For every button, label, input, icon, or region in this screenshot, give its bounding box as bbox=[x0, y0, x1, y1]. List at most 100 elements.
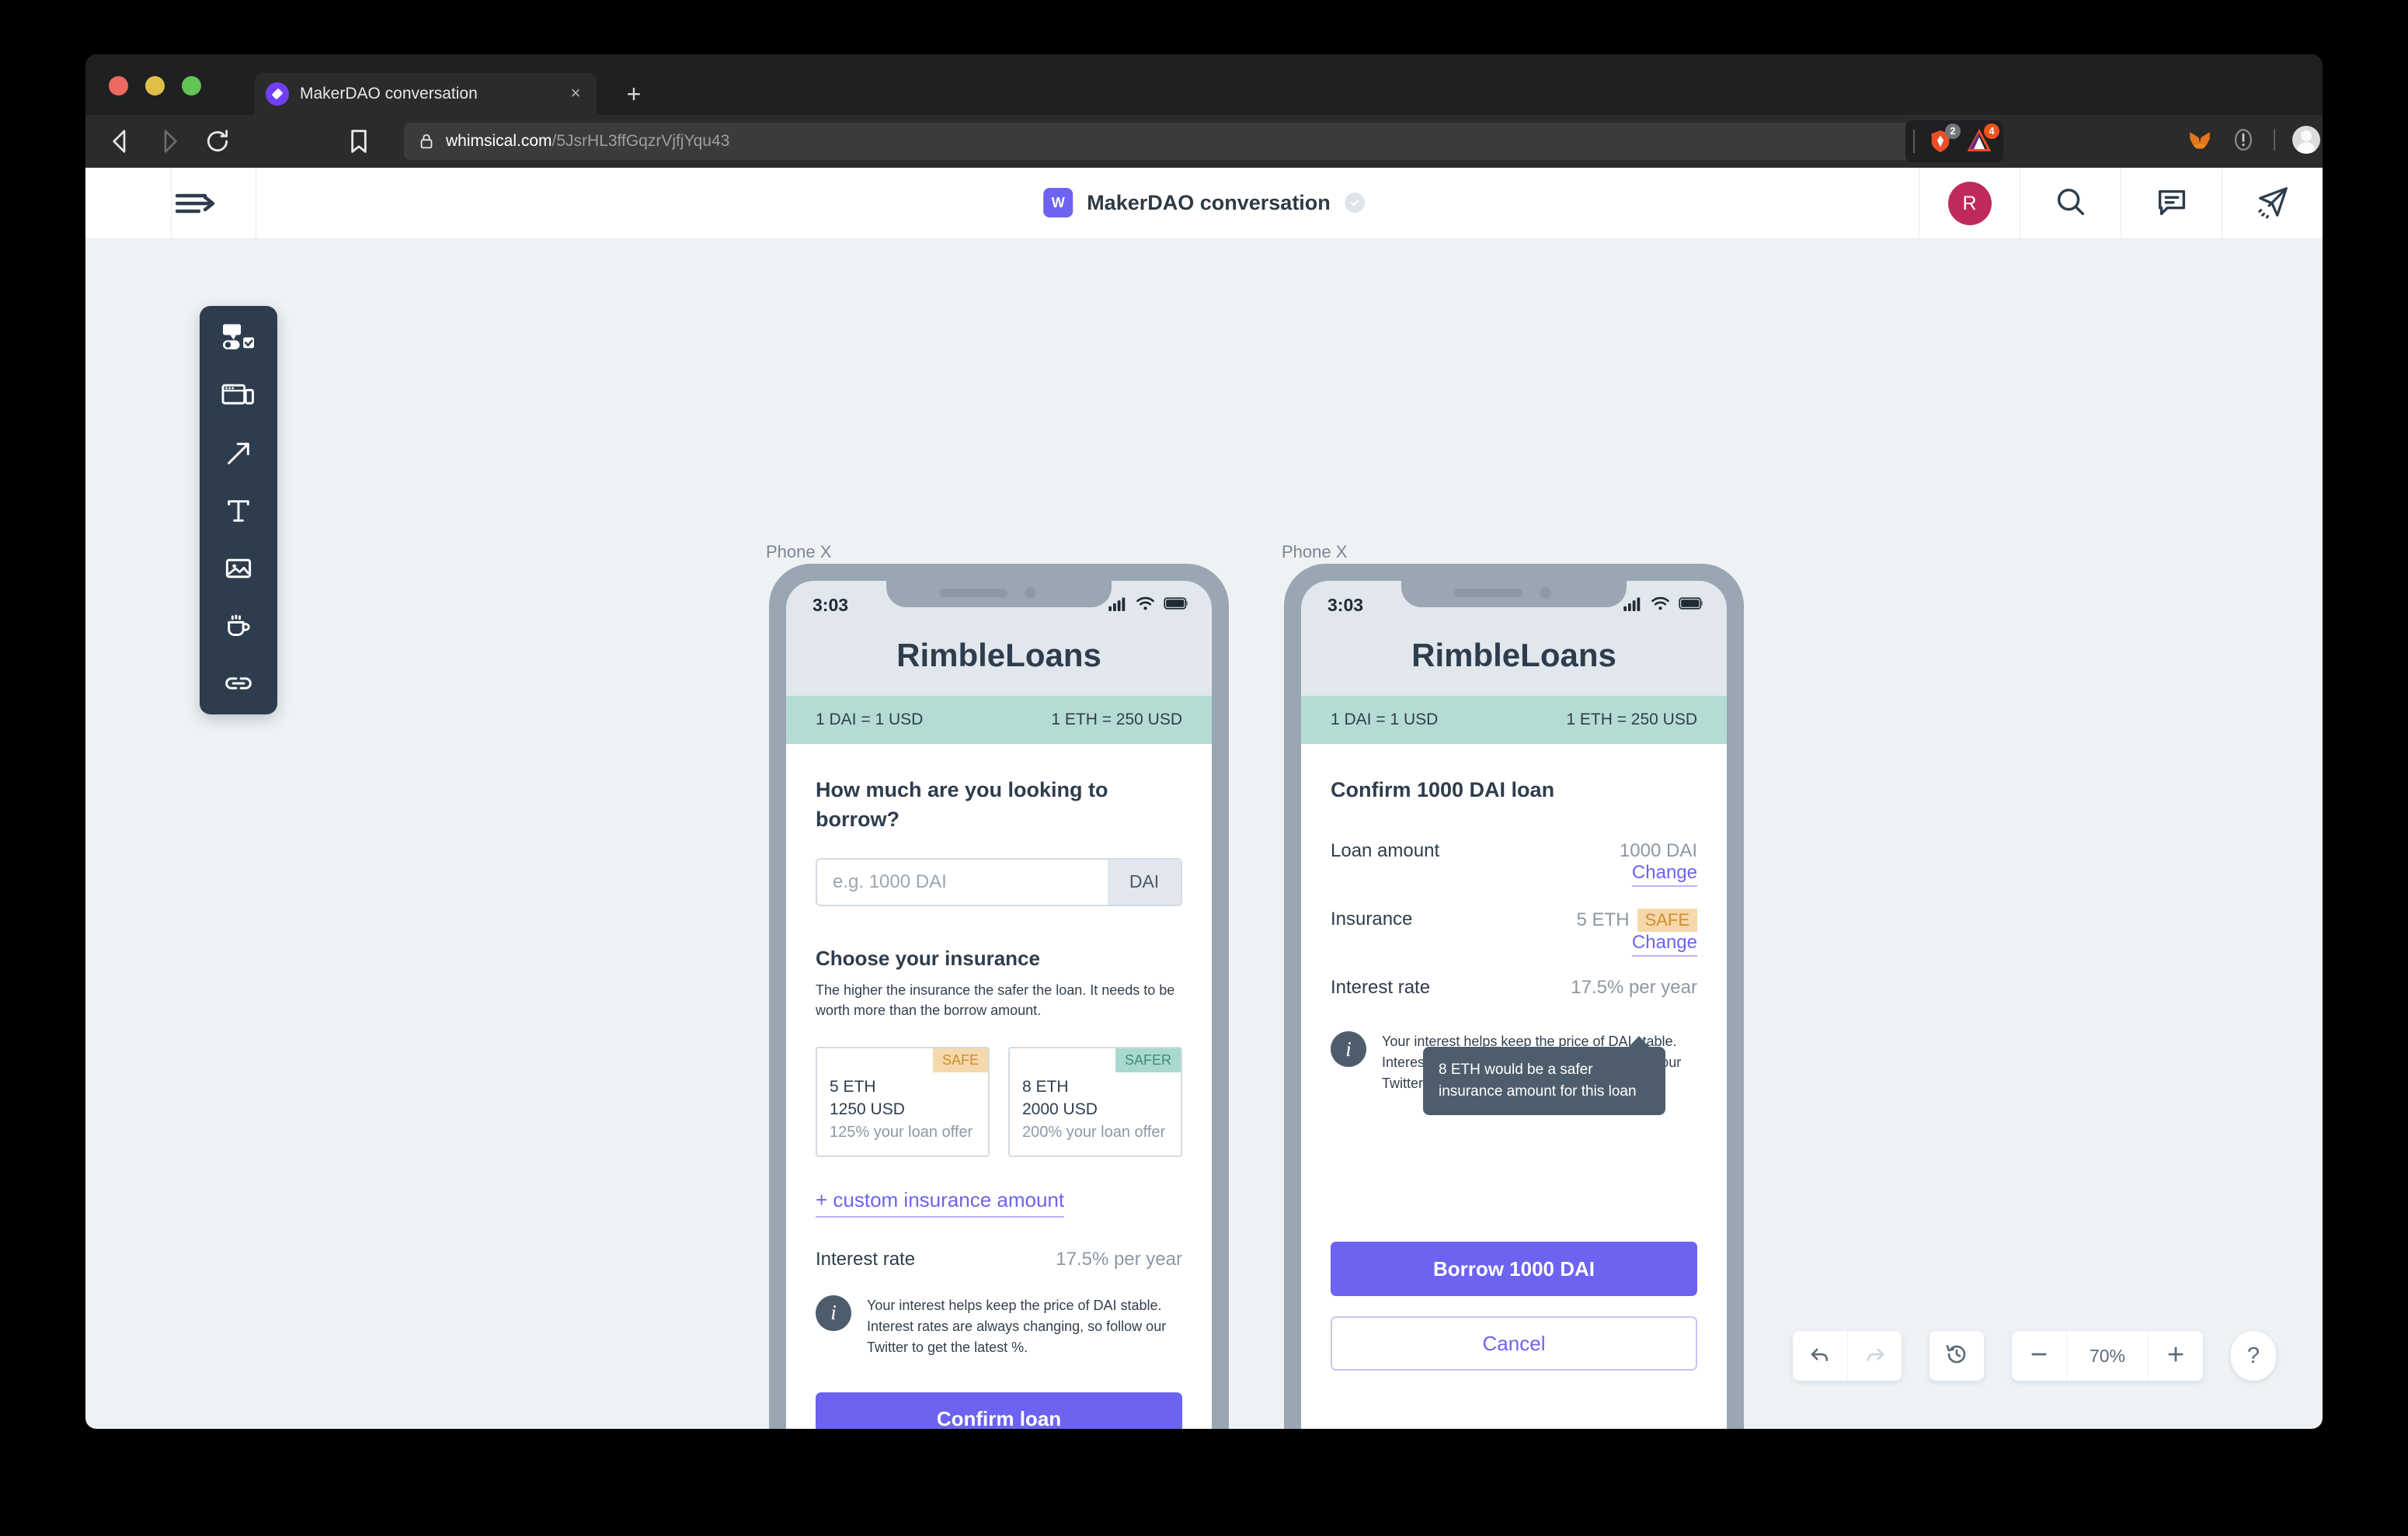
battery-icon bbox=[1679, 596, 1703, 614]
close-window-button[interactable] bbox=[109, 76, 128, 96]
history-icon bbox=[1944, 1342, 1969, 1371]
user-avatar-button[interactable]: R bbox=[1919, 168, 2020, 239]
reload-icon[interactable] bbox=[202, 126, 233, 157]
interest-info-block: i Your interest helps keep the price of … bbox=[816, 1294, 1182, 1358]
bookmark-icon[interactable] bbox=[343, 126, 374, 157]
insurance-description: The higher the insurance the safer the l… bbox=[816, 982, 1175, 1018]
app-header: W MakerDAO conversation R bbox=[85, 168, 2323, 239]
zoom-level[interactable]: 70% bbox=[2066, 1331, 2149, 1381]
redo-button[interactable] bbox=[1847, 1331, 1902, 1381]
url-bar[interactable]: whimsical.com/5JsrHL3ffGqzrVjfjYqu43 bbox=[404, 123, 1919, 160]
ui-components-tool[interactable] bbox=[217, 320, 260, 357]
browser-tab-title: MakerDAO conversation bbox=[300, 85, 478, 103]
forward-icon[interactable] bbox=[154, 126, 185, 157]
image-tool[interactable] bbox=[217, 550, 260, 587]
status-badge[interactable]: SAFE bbox=[1637, 909, 1697, 933]
link-tool[interactable] bbox=[217, 665, 260, 702]
camera-icon bbox=[1025, 587, 1036, 599]
info-icon: i bbox=[816, 1294, 851, 1331]
insurance-label: Insurance bbox=[1331, 909, 1413, 930]
whimsical-favicon-icon bbox=[266, 82, 289, 106]
signal-icon bbox=[1108, 596, 1127, 615]
browser-profile-avatar[interactable] bbox=[2292, 126, 2320, 154]
borrow-amount-placeholder: e.g. 1000 DAI bbox=[833, 871, 947, 892]
cancel-button[interactable]: Cancel bbox=[1331, 1316, 1697, 1371]
dai-rate: 1 DAI = 1 USD bbox=[1331, 711, 1439, 728]
eth-rate: 1 ETH = 250 USD bbox=[1051, 711, 1182, 728]
phone-screen: 3:03 RimbleLoans 1 DAI = 1 USD 1 ETH = 2… bbox=[786, 581, 1212, 1429]
share-button[interactable] bbox=[2222, 168, 2323, 239]
wifi-icon bbox=[1136, 596, 1155, 615]
status-bar: 3:03 bbox=[786, 581, 1212, 631]
status-badge: SAFER bbox=[1115, 1048, 1181, 1073]
exchange-rate-bar: 1 DAI = 1 USD 1 ETH = 250 USD bbox=[1301, 696, 1727, 744]
rewards-badge-count: 4 bbox=[1984, 123, 1999, 139]
confirm-loan-button[interactable]: Confirm loan bbox=[816, 1392, 1182, 1429]
mug-tool[interactable] bbox=[217, 607, 260, 645]
battery-icon bbox=[1164, 596, 1188, 614]
insurance-change-link[interactable]: Change bbox=[1631, 932, 1697, 957]
brave-shield-icon[interactable]: 2 bbox=[1927, 123, 1961, 155]
minus-icon bbox=[2028, 1343, 2050, 1369]
sidebar-toggle-icon[interactable] bbox=[171, 185, 221, 222]
update-alert-icon[interactable] bbox=[2230, 127, 2257, 153]
eth-rate: 1 ETH = 250 USD bbox=[1566, 711, 1697, 728]
back-icon[interactable] bbox=[105, 126, 136, 157]
search-button[interactable] bbox=[2020, 168, 2121, 239]
loan-amount-change-link[interactable]: Change bbox=[1631, 862, 1697, 888]
insurance-row: Insurance 5 ETH SAFE Change bbox=[1331, 909, 1697, 957]
wireframe-tool[interactable] bbox=[217, 377, 260, 415]
borrow-button[interactable]: Borrow 1000 DAI bbox=[1331, 1242, 1697, 1297]
insurance-usd: 2000 USD bbox=[1022, 1100, 1098, 1118]
history-button[interactable] bbox=[1930, 1331, 1984, 1381]
maximize-window-button[interactable] bbox=[182, 76, 201, 96]
insurance-value: 5 ETH bbox=[1576, 909, 1630, 931]
browser-tab[interactable]: MakerDAO conversation × bbox=[255, 73, 597, 115]
interest-rate-row: Interest rate 17.5% per year bbox=[816, 1249, 1182, 1270]
phone-frame-1[interactable]: 3:03 RimbleLoans 1 DAI = 1 USD 1 ETH = 2… bbox=[769, 564, 1229, 1429]
whimsical-logo-icon: W bbox=[1043, 188, 1074, 217]
bat-rewards-icon[interactable]: 4 bbox=[1966, 123, 1999, 155]
help-button[interactable]: ? bbox=[2231, 1331, 2276, 1381]
undo-button[interactable] bbox=[1793, 1331, 1847, 1381]
tab-close-icon[interactable]: × bbox=[565, 84, 586, 104]
browser-nav-bar: whimsical.com/5JsrHL3ffGqzrVjfjYqu43 2 4 bbox=[85, 115, 2323, 168]
info-icon: i bbox=[1331, 1031, 1366, 1068]
interest-rate-row: Interest rate 17.5% per year bbox=[1331, 977, 1697, 999]
new-tab-button[interactable]: + bbox=[621, 82, 646, 107]
comments-button[interactable] bbox=[2121, 168, 2222, 239]
zoom-in-button[interactable] bbox=[2149, 1331, 2203, 1381]
window-traffic-lights bbox=[109, 76, 201, 96]
zoom-out-button[interactable] bbox=[2012, 1331, 2066, 1381]
minimize-window-button[interactable] bbox=[145, 76, 165, 96]
loan-amount-value-group: 1000 DAI Change bbox=[1620, 840, 1697, 888]
status-badge: SAFE bbox=[932, 1048, 988, 1073]
insurance-option-safe[interactable]: SAFE 5 ETH 1250 USD 125% your loan offer bbox=[816, 1047, 990, 1157]
history-group bbox=[1930, 1331, 1984, 1381]
url-path: /5JsrHL3ffGqzrVjfjYqu43 bbox=[552, 132, 730, 150]
signal-icon bbox=[1623, 596, 1642, 615]
comment-icon bbox=[2154, 184, 2190, 224]
interest-rate-label: Interest rate bbox=[1331, 977, 1431, 999]
insurance-option-safer[interactable]: SAFER 8 ETH 2000 USD 200% your loan offe… bbox=[1008, 1047, 1182, 1157]
share-icon bbox=[2255, 184, 2291, 224]
metamask-fox-icon[interactable] bbox=[2187, 127, 2213, 153]
brand-bar: RimbleLoans bbox=[1301, 631, 1727, 696]
screen-body: How much are you looking to borrow? e.g.… bbox=[786, 744, 1212, 1429]
document-title-group[interactable]: W MakerDAO conversation bbox=[1043, 188, 1365, 217]
browser-window: MakerDAO conversation × + whimsical.com/… bbox=[85, 54, 2323, 1429]
insurance-heading: Choose your insurance bbox=[816, 946, 1040, 970]
phone-frame-2[interactable]: 3:03 RimbleLoans 1 DAI = 1 USD 1 ETH = 2… bbox=[1284, 564, 1744, 1429]
custom-insurance-link[interactable]: + custom insurance amount bbox=[816, 1188, 1065, 1218]
canvas[interactable]: Phone X 3:03 RimbleLoans 1 DAI = 1 USD 1… bbox=[85, 239, 2323, 1429]
interest-info-text: Your interest helps keep the price of DA… bbox=[867, 1297, 1167, 1355]
lock-icon bbox=[418, 133, 435, 150]
borrow-amount-input[interactable]: e.g. 1000 DAI DAI bbox=[816, 857, 1182, 906]
phone-screen: 3:03 RimbleLoans 1 DAI = 1 USD 1 ETH = 2… bbox=[1301, 581, 1727, 1429]
phone-notch bbox=[886, 581, 1112, 607]
brand-name: RimbleLoans bbox=[896, 637, 1101, 673]
dai-rate: 1 DAI = 1 USD bbox=[816, 711, 924, 728]
arrow-tool[interactable] bbox=[217, 435, 260, 472]
text-tool[interactable] bbox=[217, 492, 260, 530]
currency-suffix: DAI bbox=[1108, 859, 1181, 905]
